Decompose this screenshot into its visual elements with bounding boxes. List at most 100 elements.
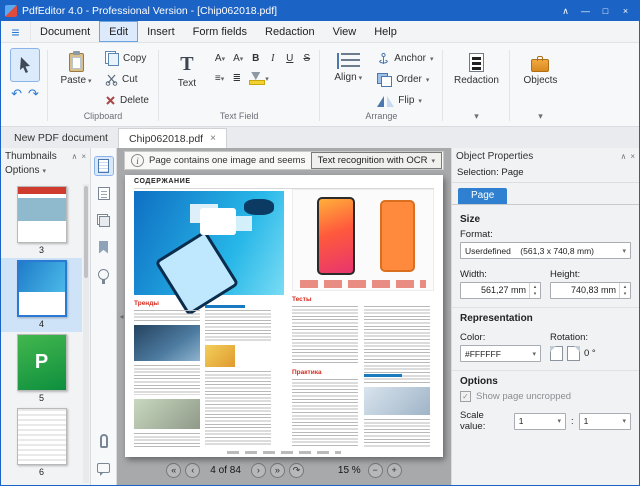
- text-tool-button[interactable]: T Text: [164, 48, 210, 91]
- font-button[interactable]: A ▾: [212, 50, 228, 67]
- order-button[interactable]: Order ▾: [373, 69, 437, 90]
- minimize-button[interactable]: —: [576, 4, 595, 19]
- paste-button[interactable]: Paste ▾: [53, 48, 99, 88]
- menu-document[interactable]: Document: [31, 21, 99, 42]
- scale-numerator-select[interactable]: 1 ▾: [513, 412, 567, 430]
- text-tool-icon: T: [180, 53, 194, 75]
- thumbnail-page-6[interactable]: 6: [1, 406, 82, 480]
- align-button[interactable]: Align ▾: [325, 48, 371, 85]
- format-label: Format:: [460, 229, 493, 240]
- thumbnails-collapse-icon[interactable]: ∧: [71, 152, 77, 161]
- properties-close-icon[interactable]: ×: [630, 152, 635, 161]
- view-history-button[interactable]: ↷: [288, 463, 304, 478]
- rotate-right-icon[interactable]: [567, 346, 580, 361]
- thumbnails-options-button[interactable]: Options ▾: [1, 165, 90, 179]
- title-bar: PdfEditor 4.0 - Professional Version - […: [1, 1, 639, 21]
- tab-page[interactable]: Page: [458, 188, 508, 204]
- redaction-button[interactable]: Redaction: [448, 48, 504, 88]
- page-indicator: 4 of 84: [210, 465, 241, 476]
- select-tool-button[interactable]: [10, 48, 40, 82]
- menu-edit[interactable]: Edit: [99, 21, 139, 42]
- bold-button[interactable]: B: [248, 50, 263, 67]
- thumbnails-close-icon[interactable]: ×: [81, 152, 86, 161]
- redaction-group-caret[interactable]: ▾: [445, 111, 507, 126]
- zoom-out-button[interactable]: −: [367, 463, 383, 478]
- order-icon: [377, 72, 393, 87]
- objects-button[interactable]: Objects: [515, 48, 565, 88]
- close-button[interactable]: ×: [616, 4, 635, 19]
- italic-button[interactable]: I: [265, 50, 280, 67]
- attachments-tab-icon[interactable]: [95, 432, 113, 450]
- delete-button[interactable]: Delete: [101, 90, 153, 111]
- zoom-in-button[interactable]: +: [386, 463, 402, 478]
- maximize-button[interactable]: □: [596, 4, 615, 19]
- copy-button[interactable]: Copy: [101, 48, 153, 69]
- rotate-left-icon[interactable]: [550, 346, 563, 361]
- properties-collapse-icon[interactable]: ∧: [620, 152, 626, 161]
- cut-button[interactable]: Cut: [101, 69, 153, 90]
- thumbnails-scrollbar[interactable]: [83, 184, 89, 483]
- thumbnail-page-4[interactable]: 4: [1, 258, 82, 332]
- text-field-group-label: Text Field: [219, 111, 259, 121]
- width-input[interactable]: 561,27 mm ▴ ▾: [460, 282, 541, 299]
- underline-button[interactable]: U: [282, 50, 297, 67]
- ocr-button[interactable]: Text recognition with OCR ▾: [310, 152, 442, 169]
- objects-group-caret[interactable]: ▾: [512, 111, 568, 126]
- thumbnails-tab-icon[interactable]: [93, 156, 114, 176]
- layers-tab-icon[interactable]: [95, 211, 113, 229]
- section-heading: Практика: [292, 369, 322, 376]
- highlight-button[interactable]: ▾: [246, 70, 272, 87]
- clipboard-group: Paste ▾ Copy Cut Delete Clipboard: [50, 45, 156, 126]
- align-left-button[interactable]: ≡ ▾: [212, 70, 227, 87]
- paste-icon: [68, 51, 84, 72]
- page-heading: СОДЕРЖАНИЕ: [134, 178, 191, 185]
- previous-page-button[interactable]: ‹: [185, 463, 201, 478]
- text-style-button[interactable]: A ▾: [230, 50, 246, 67]
- strikethrough-button[interactable]: S: [299, 50, 314, 67]
- tab-close-icon[interactable]: ×: [210, 133, 216, 144]
- menu-redaction[interactable]: Redaction: [256, 21, 324, 42]
- align-justify-button[interactable]: ≣: [229, 70, 244, 87]
- bookmarks-tab-icon[interactable]: [95, 238, 113, 256]
- notes-tab-icon[interactable]: [95, 184, 113, 202]
- width-up-icon: ▴: [533, 283, 537, 290]
- scale-denominator-select[interactable]: 1 ▾: [578, 412, 631, 430]
- uncropped-checkbox[interactable]: ✓: [460, 391, 471, 402]
- height-down-icon: ▾: [623, 291, 627, 298]
- format-select[interactable]: Userdefined (561,3 x 740,8 mm) ▾: [460, 242, 631, 259]
- document-area: ◂ i Page contains one image and seems to…: [117, 148, 451, 485]
- menu-bar: ≡ Document Edit Insert Form fields Redac…: [1, 21, 639, 43]
- menu-insert[interactable]: Insert: [138, 21, 184, 42]
- anchor-button[interactable]: Anchor ▾: [373, 48, 437, 69]
- height-input[interactable]: 740,83 mm ▴ ▾: [550, 282, 631, 299]
- menu-help[interactable]: Help: [365, 21, 406, 42]
- rotation-label: Rotation:: [550, 332, 589, 343]
- height-label: Height:: [550, 269, 581, 280]
- notification-message: Page contains one image and seems to be …: [149, 155, 306, 166]
- thumbnail-page-3[interactable]: 3: [1, 184, 82, 258]
- signatures-tab-icon[interactable]: [95, 265, 113, 284]
- tab-chip062018[interactable]: Chip062018.pdf ×: [117, 128, 227, 148]
- document-page[interactable]: СОДЕРЖАНИЕ Тренды Тесты Практика: [125, 175, 443, 457]
- hamburger-icon[interactable]: ≡: [1, 21, 31, 42]
- comments-tab-icon[interactable]: [95, 459, 113, 477]
- options-section-title: Options: [460, 376, 498, 387]
- info-icon: i: [131, 154, 144, 167]
- clipboard-group-label: Clipboard: [83, 111, 123, 121]
- menu-view[interactable]: View: [324, 21, 366, 42]
- next-page-button[interactable]: ›: [250, 463, 266, 478]
- undo-button[interactable]: ↶: [11, 86, 22, 102]
- uncropped-label: Show page uncropped: [476, 391, 572, 402]
- redo-button[interactable]: ↷: [28, 86, 39, 102]
- thumbnails-panel: Thumbnails ∧ × Options ▾ 3 4 P 5 6: [1, 148, 91, 485]
- flip-button[interactable]: Flip ▾: [373, 90, 437, 111]
- color-select[interactable]: #FFFFFF ▾: [460, 345, 541, 362]
- first-page-button[interactable]: «: [166, 463, 182, 478]
- thumbnail-page-5[interactable]: P 5: [1, 332, 82, 406]
- height-up-icon: ▴: [623, 283, 627, 290]
- ribbon-collapse-icon[interactable]: ∧: [556, 4, 575, 19]
- tab-new-pdf-document[interactable]: New PDF document: [4, 128, 118, 148]
- menu-form-fields[interactable]: Form fields: [184, 21, 256, 42]
- last-page-button[interactable]: »: [269, 463, 285, 478]
- scissors-icon: [105, 74, 118, 86]
